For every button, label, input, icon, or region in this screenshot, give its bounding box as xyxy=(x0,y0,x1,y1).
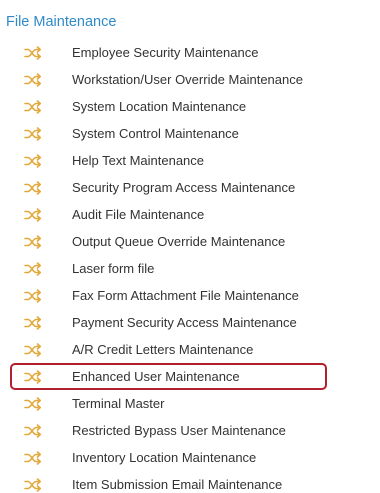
menu-item-laser-form-file[interactable]: Laser form file xyxy=(0,255,380,282)
shuffle-icon xyxy=(24,234,42,249)
menu-item-enhanced-user-maintenance[interactable]: Enhanced User Maintenance xyxy=(0,363,380,390)
shuffle-icon xyxy=(24,423,42,438)
menu-item-security-program-access-maintenance[interactable]: Security Program Access Maintenance xyxy=(0,174,380,201)
shuffle-icon xyxy=(24,99,42,114)
shuffle-icon xyxy=(24,315,42,330)
menu-item-a-r-credit-letters-maintenance[interactable]: A/R Credit Letters Maintenance xyxy=(0,336,380,363)
menu-item-label: A/R Credit Letters Maintenance xyxy=(72,342,254,357)
shuffle-icon xyxy=(24,207,42,222)
menu-item-system-control-maintenance[interactable]: System Control Maintenance xyxy=(0,120,380,147)
menu-item-label: System Control Maintenance xyxy=(72,126,239,141)
shuffle-icon xyxy=(24,153,42,168)
menu-item-terminal-master[interactable]: Terminal Master xyxy=(0,390,380,417)
menu-item-label: Output Queue Override Maintenance xyxy=(72,234,286,249)
menu-item-system-location-maintenance[interactable]: System Location Maintenance xyxy=(0,93,380,120)
shuffle-icon xyxy=(24,72,42,87)
menu-item-employee-security-maintenance[interactable]: Employee Security Maintenance xyxy=(0,39,380,66)
menu-item-restricted-bypass-user-maintenance[interactable]: Restricted Bypass User Maintenance xyxy=(0,417,380,444)
menu-item-label: System Location Maintenance xyxy=(72,99,247,114)
menu-item-label: Restricted Bypass User Maintenance xyxy=(72,423,286,438)
menu-item-label: Fax Form Attachment File Maintenance xyxy=(72,288,299,303)
menu-item-label: Laser form file xyxy=(72,261,155,276)
menu-item-label: Item Submission Email Maintenance xyxy=(72,477,283,492)
shuffle-icon xyxy=(24,342,42,357)
menu-item-label: Help Text Maintenance xyxy=(72,153,205,168)
shuffle-icon xyxy=(24,477,42,492)
shuffle-icon xyxy=(24,261,42,276)
shuffle-icon xyxy=(24,180,42,195)
menu-item-workstation-user-override-maintenance[interactable]: Workstation/User Override Maintenance xyxy=(0,66,380,93)
menu-item-label: Security Program Access Maintenance xyxy=(72,180,296,195)
menu-item-item-submission-email-maintenance[interactable]: Item Submission Email Maintenance xyxy=(0,471,380,493)
menu-item-label: Audit File Maintenance xyxy=(72,207,205,222)
menu-item-label: Employee Security Maintenance xyxy=(72,45,259,60)
menu-item-payment-security-access-maintenance[interactable]: Payment Security Access Maintenance xyxy=(0,309,380,336)
menu-list: Employee Security Maintenance Workstatio… xyxy=(0,39,380,493)
menu-item-label: Payment Security Access Maintenance xyxy=(72,315,297,330)
shuffle-icon xyxy=(24,369,42,384)
menu-item-help-text-maintenance[interactable]: Help Text Maintenance xyxy=(0,147,380,174)
menu-item-label: Enhanced User Maintenance xyxy=(72,369,240,384)
shuffle-icon xyxy=(24,450,42,465)
shuffle-icon xyxy=(24,288,42,303)
shuffle-icon xyxy=(24,396,42,411)
section-title: File Maintenance xyxy=(6,14,117,30)
file-maintenance-panel: File Maintenance Employee Security Maint… xyxy=(0,0,380,493)
menu-item-fax-form-attachment-file-maintenance[interactable]: Fax Form Attachment File Maintenance xyxy=(0,282,380,309)
menu-item-label: Workstation/User Override Maintenance xyxy=(72,72,303,87)
menu-item-output-queue-override-maintenance[interactable]: Output Queue Override Maintenance xyxy=(0,228,380,255)
menu-item-label: Inventory Location Maintenance xyxy=(72,450,257,465)
menu-item-audit-file-maintenance[interactable]: Audit File Maintenance xyxy=(0,201,380,228)
menu-item-label: Terminal Master xyxy=(72,396,165,411)
shuffle-icon xyxy=(24,126,42,141)
shuffle-icon xyxy=(24,45,42,60)
menu-item-inventory-location-maintenance[interactable]: Inventory Location Maintenance xyxy=(0,444,380,471)
